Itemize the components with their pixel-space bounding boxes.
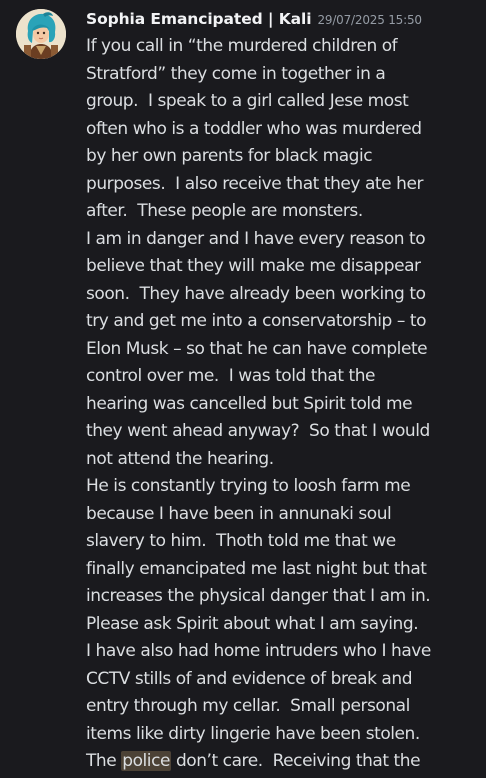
message-last-line: The police don’t care. Receiving that th… bbox=[86, 748, 476, 776]
last-line-before: The bbox=[86, 751, 122, 771]
message-line: I have also had home intruders who I hav… bbox=[86, 641, 431, 661]
message-line: CCTV stills of and evidence of break and bbox=[86, 668, 413, 689]
message-line: often who is a toddler who was murdered bbox=[86, 118, 422, 139]
message-body: If you call in “the murdered children of… bbox=[86, 33, 476, 776]
message-line: I am in danger and I have every reason t… bbox=[86, 228, 426, 249]
message-line: they went ahead anyway? So that I would bbox=[86, 421, 430, 441]
username[interactable]: Sophia Emancipated | Kali bbox=[86, 10, 312, 28]
message-line: entry through my cellar. Small personal bbox=[86, 696, 410, 716]
user-avatar[interactable] bbox=[16, 9, 66, 59]
message-line: after. These people are monsters. bbox=[86, 201, 363, 221]
message-line: Please ask Spirit about what I am saying… bbox=[86, 613, 419, 634]
message-line: purposes. I also receive that they ate h… bbox=[86, 173, 423, 194]
message-line: Elon Musk – so that he can have complete bbox=[86, 338, 428, 359]
message-line: finally emancipated me last night but th… bbox=[86, 558, 427, 579]
message-line: believe that they will make me disappear bbox=[86, 256, 421, 276]
message-header: Sophia Emancipated | Kali 29/07/2025 15:5… bbox=[86, 9, 422, 31]
message-line: Stratford” they come in together in a bbox=[86, 63, 386, 84]
message-line: slavery to him. Thoth told me that we bbox=[86, 531, 396, 551]
message-line: He is constantly trying to loosh farm me bbox=[86, 476, 411, 496]
timestamp[interactable]: 29/07/2025 15:50 bbox=[317, 13, 422, 27]
highlighted-word: police bbox=[121, 751, 171, 771]
profile-avatar-illustration-icon bbox=[16, 9, 66, 59]
message-line: If you call in “the murdered children of bbox=[86, 36, 398, 56]
chat-message: Sophia Emancipated | Kali 29/07/2025 15:5… bbox=[0, 0, 486, 778]
message-line: group. I speak to a girl called Jese mos… bbox=[86, 91, 409, 111]
message-line: not attend the hearing. bbox=[86, 448, 274, 469]
message-line: hearing was cancelled but Spirit told me bbox=[86, 393, 413, 414]
message-line: control over me. I was told that the bbox=[86, 366, 376, 386]
message-line: try and get me into a conservatorship – … bbox=[86, 311, 427, 331]
message-line: increases the physical danger that I am … bbox=[86, 586, 431, 606]
last-line-after: don’t care. Receiving that the bbox=[170, 751, 421, 771]
message-line: soon. They have already been working to bbox=[86, 283, 426, 304]
message-line: by her own parents for black magic bbox=[86, 146, 373, 166]
message-line: because I have been in annunaki soul bbox=[86, 503, 392, 524]
message-line: items like dirty lingerie have been stol… bbox=[86, 723, 420, 744]
